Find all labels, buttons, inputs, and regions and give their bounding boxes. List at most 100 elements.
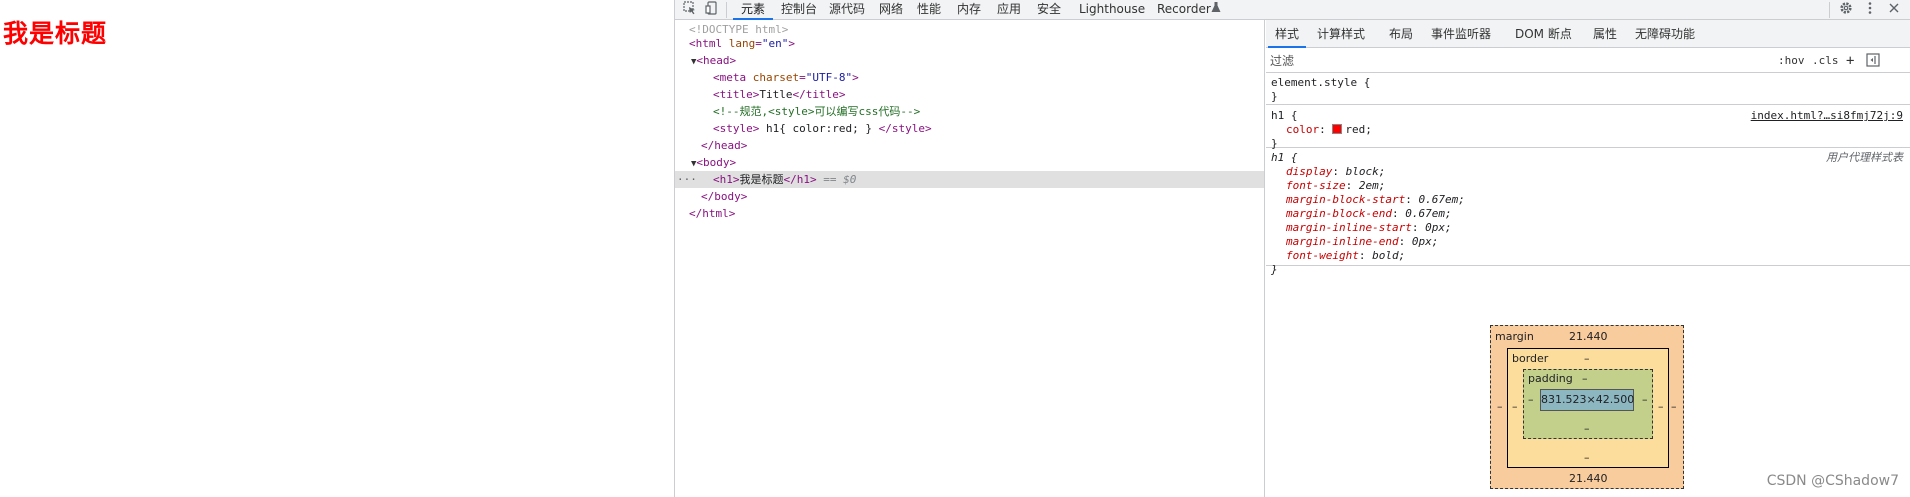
padding-left-value[interactable]: – bbox=[1528, 393, 1534, 406]
toolbar-separator bbox=[726, 2, 727, 18]
rule-selector: h1 { bbox=[1271, 151, 1298, 164]
subtab-event-listeners[interactable]: 事件监听器 bbox=[1424, 20, 1498, 48]
html-lang-value: "en" bbox=[761, 37, 789, 50]
tab-application[interactable]: 应用 bbox=[989, 0, 1029, 20]
padding-right-value[interactable]: – bbox=[1642, 393, 1648, 406]
subtab-styles[interactable]: 样式 bbox=[1268, 20, 1307, 48]
tab-lighthouse[interactable]: Lighthouse bbox=[1071, 0, 1153, 20]
recorder-flask-icon bbox=[1207, 1, 1225, 19]
subtab-layout[interactable]: 布局 bbox=[1382, 20, 1420, 48]
rule-source-link[interactable]: index.html?…si8fmj72j:9 bbox=[1751, 109, 1903, 123]
border-left-value[interactable]: – bbox=[1512, 400, 1518, 413]
border-top-value[interactable]: – bbox=[1584, 352, 1590, 365]
margin-left-value[interactable]: – bbox=[1497, 400, 1503, 413]
subtab-properties[interactable]: 属性 bbox=[1586, 20, 1624, 48]
meta-tag-name: meta bbox=[719, 71, 747, 84]
dom-style[interactable]: <style> h1{ color:red; } </style> bbox=[713, 120, 932, 137]
body-tag-name: body bbox=[703, 156, 730, 169]
rule-close-brace: } bbox=[1271, 90, 1278, 103]
prop-name: margin-block-start bbox=[1286, 193, 1406, 206]
h1-text: 我是标题 bbox=[739, 173, 784, 186]
color-swatch-icon[interactable] bbox=[1332, 124, 1343, 134]
styles-pane: 样式 计算样式 布局 事件监听器 DOM 断点 属性 无障碍功能 :hov .c… bbox=[1266, 20, 1910, 497]
page-heading: 我是标题 bbox=[3, 19, 108, 48]
subtab-dom-breakpoints[interactable]: DOM 断点 bbox=[1508, 20, 1579, 48]
dom-body-open[interactable]: ▼<body> bbox=[691, 154, 736, 171]
prop-value[interactable]: red; bbox=[1345, 123, 1372, 136]
styles-filter-bar: :hov .cls + bbox=[1266, 49, 1910, 73]
dom-html-open[interactable]: <html lang="en"> bbox=[689, 35, 795, 52]
prop-value: bold; bbox=[1372, 249, 1406, 262]
box-model-content[interactable]: 831.523×42.500 bbox=[1540, 389, 1634, 411]
tab-elements[interactable]: 元素 bbox=[733, 0, 774, 20]
settings-gear-icon[interactable] bbox=[1837, 1, 1855, 19]
box-model-padding[interactable]: padding – – – – 831.523×42.500 bbox=[1523, 369, 1653, 439]
tab-console[interactable]: 控制台 bbox=[773, 0, 825, 20]
dom-head-close[interactable]: </head> bbox=[701, 137, 747, 154]
margin-right-value[interactable]: – bbox=[1671, 400, 1677, 413]
rule-close-brace: } bbox=[1271, 263, 1278, 276]
dom-comment[interactable]: <!--规范,<style>可以编写css代码--> bbox=[713, 103, 920, 120]
prop-name: margin-inline-start bbox=[1286, 221, 1412, 234]
subtab-computed[interactable]: 计算样式 bbox=[1310, 20, 1372, 48]
new-style-rule-button[interactable]: + bbox=[1846, 53, 1854, 69]
page-preview: 我是标题 bbox=[0, 0, 674, 497]
meta-charset-value: "UTF-8" bbox=[805, 71, 853, 84]
tab-sources[interactable]: 源代码 bbox=[821, 0, 873, 20]
toggle-sidebar-icon[interactable] bbox=[1866, 53, 1880, 69]
prop-value: 0px; bbox=[1425, 221, 1452, 234]
border-right-value[interactable]: – bbox=[1658, 400, 1664, 413]
head-tag-name: head bbox=[703, 54, 730, 67]
html-lang-attr: lang bbox=[728, 37, 756, 50]
dom-html-close[interactable]: </html> bbox=[689, 205, 735, 222]
more-vertical-icon[interactable] bbox=[1861, 1, 1879, 19]
tab-memory[interactable]: 内存 bbox=[949, 0, 989, 20]
prop-name[interactable]: color bbox=[1286, 123, 1319, 136]
box-model-margin[interactable]: margin 21.440 21.440 – – border – – – – … bbox=[1490, 325, 1684, 489]
selected-node-hint: == $0 bbox=[823, 173, 857, 186]
h1-close-tag-name: h1 bbox=[796, 173, 810, 186]
title-close-tag-name: title bbox=[805, 88, 839, 101]
meta-charset-attr: charset bbox=[752, 71, 800, 84]
rule-selector: h1 { bbox=[1271, 109, 1298, 122]
watermark-text: CSDN @CShadow7 bbox=[1766, 473, 1899, 489]
toolbar-separator bbox=[1829, 2, 1830, 18]
padding-bottom-value[interactable]: – bbox=[1584, 422, 1590, 435]
dom-h1-selected[interactable]: ··· <h1>我是标题</h1> == $0 bbox=[675, 171, 1264, 188]
padding-top-value[interactable]: – bbox=[1582, 372, 1588, 385]
rule-element-style[interactable]: element.style { } bbox=[1266, 74, 1910, 105]
rule-h1-author[interactable]: h1 { index.html?…si8fmj72j:9 color: red;… bbox=[1266, 105, 1910, 150]
tab-performance[interactable]: 性能 bbox=[909, 0, 949, 20]
rule-h1-user-agent[interactable]: h1 { 用户代理样式表 display: block; font-size: … bbox=[1266, 148, 1910, 276]
rule-selector: element.style { bbox=[1271, 76, 1371, 89]
border-bottom-value[interactable]: – bbox=[1584, 451, 1590, 464]
margin-bottom-value[interactable]: 21.440 bbox=[1569, 472, 1608, 485]
more-horizontal-icon[interactable]: ··· bbox=[677, 171, 697, 188]
dom-body-close[interactable]: </body> bbox=[701, 188, 747, 205]
prop-value: 0.67em; bbox=[1418, 193, 1465, 206]
html-close-tag: </html> bbox=[689, 207, 736, 220]
tab-network[interactable]: 网络 bbox=[871, 0, 911, 20]
title-tag-name: title bbox=[719, 88, 753, 101]
tab-security[interactable]: 安全 bbox=[1029, 0, 1069, 20]
styles-filter-input[interactable] bbox=[1270, 52, 1770, 70]
subtab-accessibility[interactable]: 无障碍功能 bbox=[1628, 20, 1702, 48]
box-model-diagram: margin 21.440 21.440 – – border – – – – … bbox=[1490, 325, 1684, 489]
hov-toggle[interactable]: :hov bbox=[1778, 53, 1805, 69]
devtools-panel: 元素 控制台 源代码 网络 性能 内存 应用 安全 Lighthouse Rec… bbox=[674, 0, 1910, 497]
dom-head-open[interactable]: ▼<head> bbox=[691, 52, 736, 69]
padding-label: padding bbox=[1528, 372, 1573, 385]
dom-title[interactable]: <title>Title</title> bbox=[713, 86, 846, 103]
body-close-tag: </body> bbox=[701, 190, 748, 203]
dom-meta[interactable]: <meta charset="UTF-8"> bbox=[713, 69, 859, 86]
prop-name: margin-block-end bbox=[1286, 207, 1392, 220]
cls-toggle[interactable]: .cls bbox=[1812, 53, 1839, 69]
device-toolbar-icon[interactable] bbox=[703, 1, 721, 19]
devtools-main-toolbar: 元素 控制台 源代码 网络 性能 内存 应用 安全 Lighthouse Rec… bbox=[675, 0, 1910, 20]
html-tag-name: html bbox=[695, 37, 723, 50]
box-model-border[interactable]: border – – – – padding – – – – 831.523×4… bbox=[1507, 348, 1669, 468]
margin-top-value[interactable]: 21.440 bbox=[1569, 330, 1608, 343]
inspect-element-icon[interactable] bbox=[681, 1, 699, 19]
close-icon[interactable] bbox=[1885, 1, 1903, 19]
prop-value: 0.67em; bbox=[1405, 207, 1452, 220]
